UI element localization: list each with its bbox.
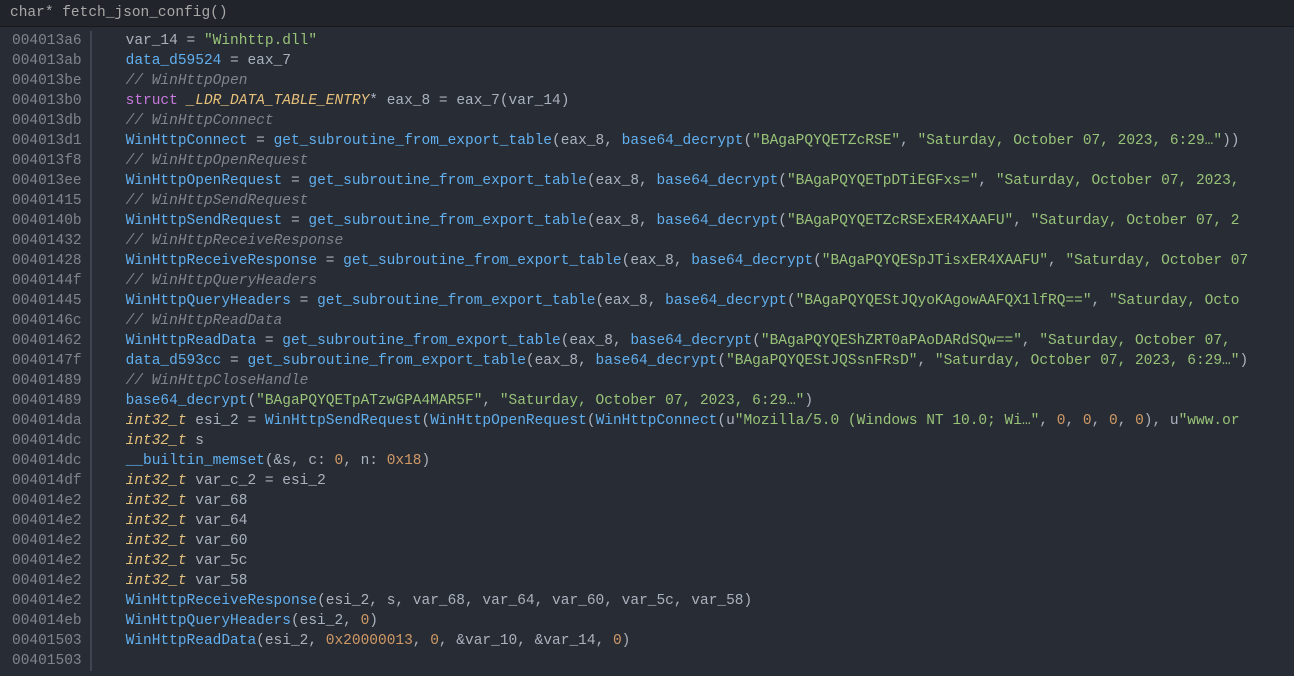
code-line[interactable]: data_d593cc = get_subroutine_from_export… xyxy=(126,351,1294,371)
address: 00401503 xyxy=(12,631,82,651)
address: 00401462 xyxy=(12,331,82,351)
function-signature-header: char* fetch_json_config() xyxy=(0,0,1294,27)
address-column: 004013a6004013ab004013be004013b0004013db… xyxy=(0,31,92,671)
address: 004013ab xyxy=(12,51,82,71)
code-line[interactable] xyxy=(126,651,1294,671)
address: 00401445 xyxy=(12,291,82,311)
code-line[interactable]: WinHttpQueryHeaders = get_subroutine_fro… xyxy=(126,291,1294,311)
address: 004014dc xyxy=(12,451,82,471)
address: 004013f8 xyxy=(12,151,82,171)
code-line[interactable]: struct _LDR_DATA_TABLE_ENTRY* eax_8 = ea… xyxy=(126,91,1294,111)
address: 00401432 xyxy=(12,231,82,251)
code-line[interactable]: int32_t var_5c xyxy=(126,551,1294,571)
code-line[interactable]: // WinHttpReadData xyxy=(126,311,1294,331)
address: 0040146c xyxy=(12,311,82,331)
address: 0040144f xyxy=(12,271,82,291)
address: 00401503 xyxy=(12,651,82,671)
address: 004013be xyxy=(12,71,82,91)
code-line[interactable]: WinHttpReadData(esi_2, 0x20000013, 0, &v… xyxy=(126,631,1294,651)
code-line[interactable]: WinHttpConnect = get_subroutine_from_exp… xyxy=(126,131,1294,151)
code-line[interactable]: int32_t var_58 xyxy=(126,571,1294,591)
address: 0040147f xyxy=(12,351,82,371)
address: 004014dc xyxy=(12,431,82,451)
return-type: char xyxy=(10,5,45,21)
address: 0040140b xyxy=(12,211,82,231)
address: 004014da xyxy=(12,411,82,431)
code-line[interactable]: // WinHttpSendRequest xyxy=(126,191,1294,211)
code-line[interactable]: base64_decrypt("BAgaPQYQETpATzwGPA4MAR5F… xyxy=(126,391,1294,411)
address: 004014e2 xyxy=(12,491,82,511)
code-line[interactable]: int32_t var_64 xyxy=(126,511,1294,531)
address: 004014e2 xyxy=(12,551,82,571)
code-line[interactable]: // WinHttpCloseHandle xyxy=(126,371,1294,391)
code-column[interactable]: var_14 = "Winhttp.dll"data_d59524 = eax_… xyxy=(92,31,1294,671)
address: 004013a6 xyxy=(12,31,82,51)
address: 00401415 xyxy=(12,191,82,211)
address: 004013db xyxy=(12,111,82,131)
address: 004014e2 xyxy=(12,571,82,591)
code-line[interactable]: int32_t var_60 xyxy=(126,531,1294,551)
address: 004014e2 xyxy=(12,591,82,611)
code-line[interactable]: // WinHttpReceiveResponse xyxy=(126,231,1294,251)
code-line[interactable]: WinHttpSendRequest = get_subroutine_from… xyxy=(126,211,1294,231)
code-line[interactable]: int32_t s xyxy=(126,431,1294,451)
address: 00401489 xyxy=(12,371,82,391)
code-line[interactable]: WinHttpReceiveResponse = get_subroutine_… xyxy=(126,251,1294,271)
address: 004014df xyxy=(12,471,82,491)
code-line[interactable]: __builtin_memset(&s, c: 0, n: 0x18) xyxy=(126,451,1294,471)
code-line[interactable]: WinHttpReadData = get_subroutine_from_ex… xyxy=(126,331,1294,351)
address: 004014e2 xyxy=(12,531,82,551)
address: 004014e2 xyxy=(12,511,82,531)
code-line[interactable]: WinHttpQueryHeaders(esi_2, 0) xyxy=(126,611,1294,631)
code-line[interactable]: data_d59524 = eax_7 xyxy=(126,51,1294,71)
address: 00401428 xyxy=(12,251,82,271)
code-content: 004013a6004013ab004013be004013b0004013db… xyxy=(0,27,1294,671)
code-line[interactable]: int32_t var_c_2 = esi_2 xyxy=(126,471,1294,491)
address: 004013ee xyxy=(12,171,82,191)
address: 00401489 xyxy=(12,391,82,411)
code-line[interactable]: // WinHttpOpenRequest xyxy=(126,151,1294,171)
address: 004014eb xyxy=(12,611,82,631)
code-line[interactable]: int32_t esi_2 = WinHttpSendRequest(WinHt… xyxy=(126,411,1294,431)
address: 004013d1 xyxy=(12,131,82,151)
code-line[interactable]: int32_t var_68 xyxy=(126,491,1294,511)
address: 004013b0 xyxy=(12,91,82,111)
code-line[interactable]: var_14 = "Winhttp.dll" xyxy=(126,31,1294,51)
code-line[interactable]: WinHttpReceiveResponse(esi_2, s, var_68,… xyxy=(126,591,1294,611)
code-line[interactable]: // WinHttpConnect xyxy=(126,111,1294,131)
function-name: fetch_json_config xyxy=(62,5,210,21)
code-line[interactable]: // WinHttpOpen xyxy=(126,71,1294,91)
code-line[interactable]: // WinHttpQueryHeaders xyxy=(126,271,1294,291)
code-line[interactable]: WinHttpOpenRequest = get_subroutine_from… xyxy=(126,171,1294,191)
